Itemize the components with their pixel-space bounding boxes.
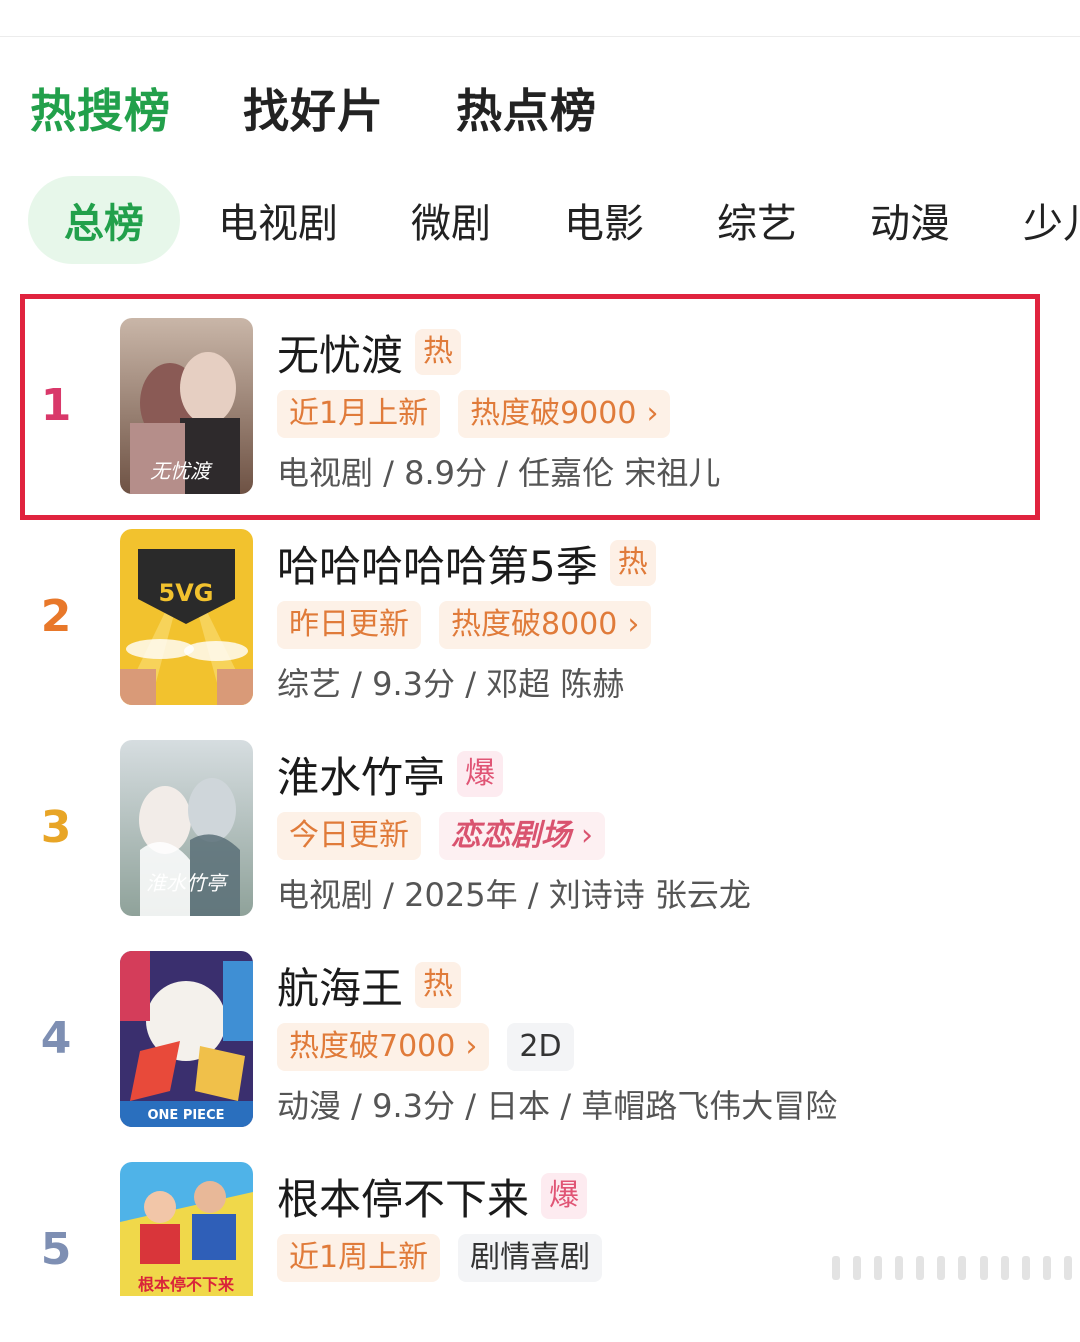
chevron-right-icon: › <box>465 1029 478 1064</box>
update-tag: 近1月上新 <box>277 390 441 438</box>
poster-image[interactable]: 5VG <box>120 529 253 705</box>
heat-tag-label: 热度破8000 <box>451 607 618 642</box>
show-title[interactable]: 淮水竹亭 <box>277 744 445 805</box>
heat-tag-label: 热度破7000 <box>289 1029 456 1064</box>
heat-tag[interactable]: 热度破8000 › <box>439 601 652 649</box>
poster-image[interactable]: 根本停不下来 <box>120 1162 253 1296</box>
rank-number: 4 <box>40 1013 72 1064</box>
update-tag: 近1周上新 <box>277 1234 441 1282</box>
svg-text:5VG: 5VG <box>159 579 214 607</box>
tab-hot-topics[interactable]: 热点榜 <box>456 75 597 141</box>
poster-image[interactable]: 无忧渡 <box>120 318 253 494</box>
poster-image[interactable]: 淮水竹亭 <box>120 740 253 916</box>
hot-badge: 热 <box>609 540 656 586</box>
svg-text:淮水竹亭: 淮水竹亭 <box>146 871 229 895</box>
explosive-badge: 爆 <box>457 751 504 797</box>
ranking-item[interactable]: 1 无忧渡 无忧渡 热 近1月上新 热度破9000 › 电视剧 / 8.9分 / … <box>0 318 1080 498</box>
format-tag: 2D <box>507 1023 574 1071</box>
category-tab-tv-series[interactable]: 电视剧 <box>218 191 338 249</box>
svg-text:ONE PIECE: ONE PIECE <box>147 1108 224 1123</box>
top-divider <box>0 36 1080 37</box>
show-title[interactable]: 根本停不下来 <box>277 1166 529 1227</box>
show-info: 综艺 / 9.3分 / 邓超 陈赫 <box>277 665 625 703</box>
category-tab-anime[interactable]: 动漫 <box>870 191 950 249</box>
category-tab-variety[interactable]: 综艺 <box>717 191 797 249</box>
show-title[interactable]: 航海王 <box>277 955 403 1016</box>
update-tag: 今日更新 <box>277 812 421 860</box>
ranking-item[interactable]: 4 ONE PIECE 航海王 热 热度破7000 › 2D 动漫 / 9.3分 … <box>0 951 1080 1131</box>
show-title[interactable]: 无忧渡 <box>277 322 403 383</box>
rank-number: 1 <box>40 380 72 431</box>
category-tab-kids[interactable]: 少儿 <box>1023 191 1080 249</box>
ranking-item[interactable]: 2 5VG 哈哈哈哈哈第5季 热 昨日更新 热度破8000 › 综艺 / 9.3分… <box>0 529 1080 709</box>
tab-find-good-shows[interactable]: 找好片 <box>243 75 384 141</box>
rank-number: 2 <box>40 591 72 642</box>
poster-image[interactable]: ONE PIECE <box>120 951 253 1127</box>
rank-number: 5 <box>40 1224 72 1275</box>
category-tab-micro-drama[interactable]: 微剧 <box>411 191 491 249</box>
theater-tag-label: 恋恋剧场 <box>451 818 571 853</box>
rank-number: 3 <box>40 802 72 853</box>
heat-tag-label: 热度破9000 <box>470 396 637 431</box>
heat-tag[interactable]: 热度破7000 › <box>277 1023 490 1071</box>
genre-tag: 剧情喜剧 <box>458 1234 603 1282</box>
main-tabs: 热搜榜 找好片 热点榜 <box>30 78 669 138</box>
explosive-badge: 爆 <box>541 1173 588 1219</box>
update-tag: 昨日更新 <box>277 601 421 649</box>
hot-badge: 热 <box>415 329 462 375</box>
chevron-right-icon: › <box>646 396 659 431</box>
svg-text:根本停不下来: 根本停不下来 <box>138 1275 235 1294</box>
category-tab-overall[interactable]: 总榜 <box>28 176 180 264</box>
ranking-item[interactable]: 5 根本停不下来 根本停不下来 爆 近1周上新 剧情喜剧 <box>0 1162 1080 1342</box>
svg-text:无忧渡: 无忧渡 <box>150 459 213 483</box>
show-info: 动漫 / 9.3分 / 日本 / 草帽路飞伟大冒险 <box>277 1087 838 1125</box>
chevron-right-icon: › <box>627 607 640 642</box>
tab-hot-search[interactable]: 热搜榜 <box>30 75 171 141</box>
category-tabs: 总榜 电视剧 微剧 电影 综艺 动漫 少儿 <box>28 176 1080 264</box>
show-info: 电视剧 / 2025年 / 刘诗诗 张云龙 <box>277 876 751 914</box>
scroll-indicator <box>832 1254 1072 1282</box>
show-info: 电视剧 / 8.9分 / 任嘉伦 宋祖儿 <box>277 454 721 492</box>
theater-tag[interactable]: 恋恋剧场 › <box>439 812 605 860</box>
hot-badge: 热 <box>415 962 462 1008</box>
chevron-right-icon: › <box>581 818 593 853</box>
heat-tag[interactable]: 热度破9000 › <box>458 390 671 438</box>
ranking-item[interactable]: 3 淮水竹亭 淮水竹亭 爆 今日更新 恋恋剧场 › 电视剧 / 2025年 / 刘… <box>0 740 1080 920</box>
category-tab-movie[interactable]: 电影 <box>564 191 644 249</box>
show-title[interactable]: 哈哈哈哈哈第5季 <box>277 533 598 594</box>
